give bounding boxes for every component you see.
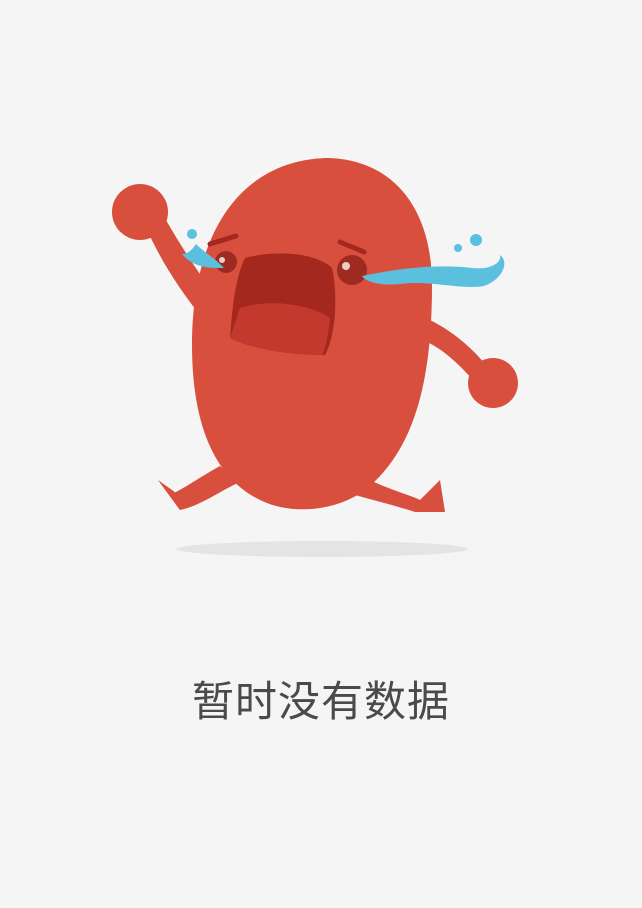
character-left-eye-highlight <box>219 257 225 263</box>
empty-state-screen: 暂时没有数据 <box>0 0 642 908</box>
ground-shadow <box>176 541 468 557</box>
crying-character-illustration <box>112 158 518 557</box>
character-left-eye <box>215 251 237 273</box>
tear-drop <box>187 229 197 239</box>
character-left-fist <box>112 184 168 240</box>
character-right-eye <box>337 255 367 285</box>
tear-drop <box>454 244 462 252</box>
tear-drop <box>470 234 482 246</box>
character-right-eye-highlight <box>342 262 350 270</box>
character-right-fist <box>468 358 518 408</box>
empty-state-message: 暂时没有数据 <box>191 677 450 726</box>
